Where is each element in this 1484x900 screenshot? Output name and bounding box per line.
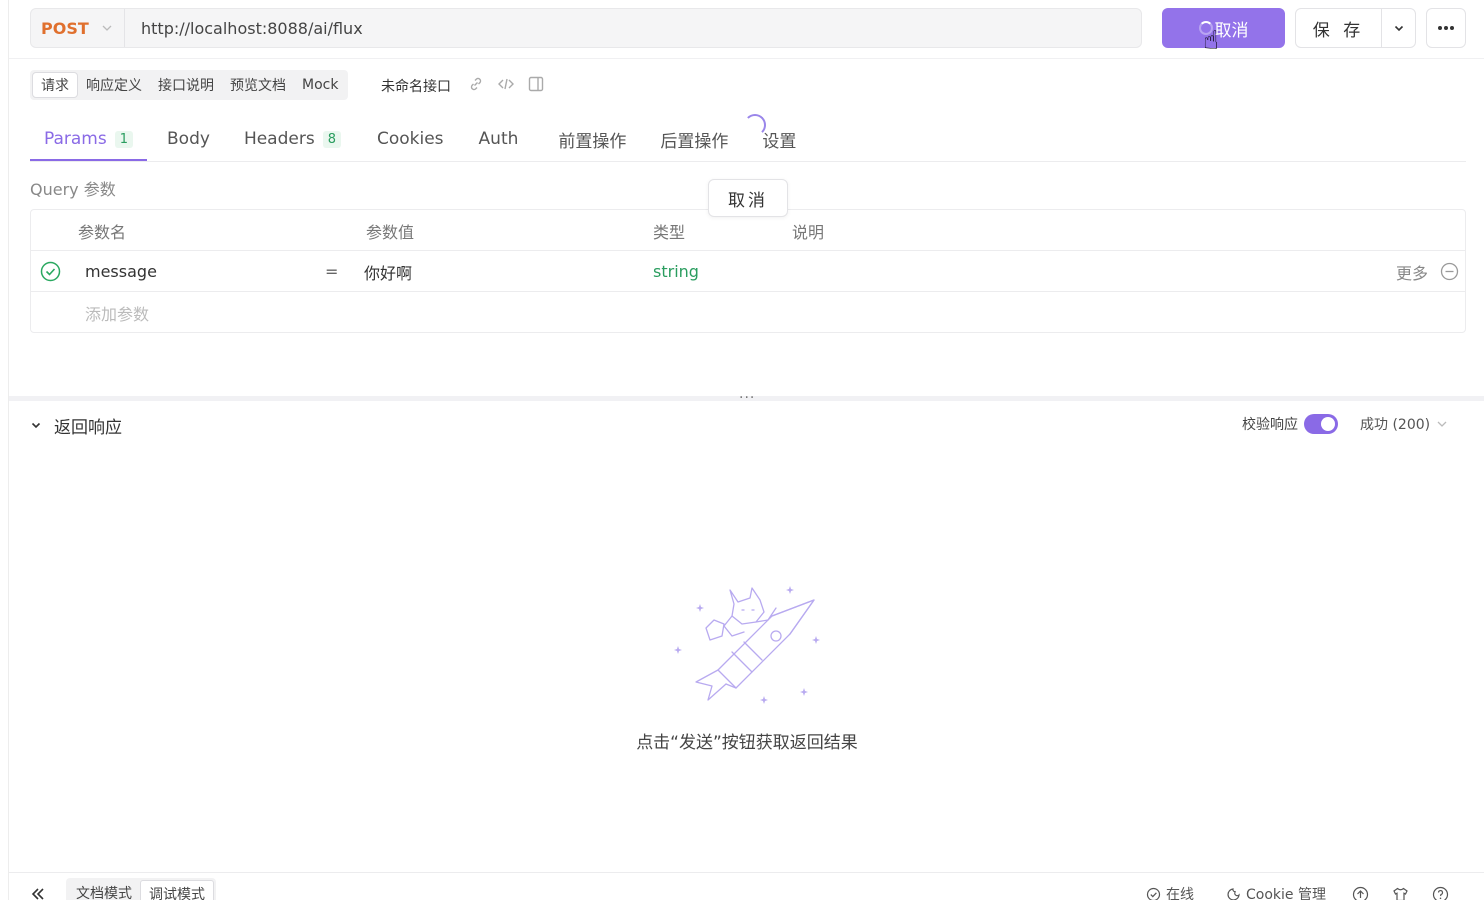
- upload-button[interactable]: [1352, 884, 1369, 900]
- left-border: [8, 0, 9, 900]
- help-button[interactable]: [1432, 884, 1449, 900]
- url-bar[interactable]: POST http://localhost:8088/ai/flux: [30, 8, 1142, 48]
- subtab-request[interactable]: 请求: [32, 72, 78, 98]
- tab-params[interactable]: Params 1: [30, 116, 148, 162]
- url-input[interactable]: http://localhost:8088/ai/flux: [125, 19, 363, 38]
- method-label: POST: [41, 18, 89, 38]
- link-icon[interactable]: [467, 75, 485, 93]
- status-select[interactable]: 成功 (200): [1360, 413, 1448, 435]
- api-name[interactable]: 未命名接口: [381, 76, 451, 96]
- loading-spinner-icon: [744, 114, 766, 136]
- tab-label: Headers: [243, 129, 315, 149]
- drag-handle-icon[interactable]: ···: [739, 390, 755, 406]
- tab-label: 设置: [762, 131, 797, 152]
- save-group: 保 存: [1295, 8, 1416, 48]
- cookie-icon: [1227, 887, 1240, 900]
- param-operator: =: [325, 262, 339, 281]
- chevron-down-icon: [102, 25, 112, 31]
- tab-body[interactable]: Body: [153, 116, 224, 162]
- cancel-tooltip: 取消: [708, 179, 788, 217]
- tab-label: Params: [44, 129, 107, 149]
- response-title: 返回响应: [54, 417, 122, 438]
- footer-left: 文档模式 调试模式: [30, 878, 216, 900]
- more-link[interactable]: 更多: [1396, 251, 1428, 292]
- code-icon[interactable]: [497, 75, 515, 93]
- param-value[interactable]: 你好啊: [364, 251, 412, 292]
- online-status[interactable]: 在线: [1146, 884, 1194, 900]
- status-label: 成功 (200): [1360, 417, 1431, 433]
- save-button[interactable]: 保 存: [1296, 9, 1382, 47]
- tab-label: Auth: [478, 129, 519, 149]
- save-dropdown-button[interactable]: [1382, 9, 1415, 47]
- column-header-description: 说明: [792, 222, 825, 242]
- empty-state-text: 点击“发送”按钮获取返回结果: [636, 733, 858, 753]
- cookie-label: Cookie 管理: [1246, 887, 1326, 900]
- shirt-button[interactable]: [1392, 884, 1409, 900]
- arrow-up-circle-icon: [1352, 886, 1369, 900]
- divider: [9, 58, 1484, 59]
- tab-headers[interactable]: Headers 8: [230, 116, 355, 162]
- tab-post-operations[interactable]: 后置操作: [646, 116, 742, 162]
- tab-label: Body: [167, 129, 210, 149]
- cancel-label: 取消: [1214, 20, 1249, 41]
- row-enabled-checkbox[interactable]: [40, 251, 61, 292]
- tab-label: 后置操作: [660, 131, 729, 152]
- subtab-response-definition[interactable]: 响应定义: [78, 72, 150, 98]
- question-circle-icon: [1432, 886, 1449, 900]
- divider: [9, 872, 1484, 873]
- subtab-preview-doc[interactable]: 预览文档: [222, 72, 294, 98]
- divider: [30, 161, 1466, 162]
- column-header-type: 类型: [653, 222, 686, 242]
- column-header-name: 参数名: [78, 222, 127, 242]
- ellipsis-icon: [1438, 26, 1454, 30]
- table-row: message = 你好啊 string 更多: [31, 251, 1465, 292]
- chevron-down-icon: [1437, 421, 1447, 427]
- check-circle-icon: [40, 261, 61, 282]
- rocket-fox-illustration: [674, 586, 820, 704]
- chevron-down-icon: [1394, 25, 1403, 32]
- tab-label: Cookies: [376, 129, 444, 149]
- online-label: 在线: [1166, 887, 1194, 900]
- cancel-button[interactable]: 取消: [1162, 8, 1285, 48]
- add-param-row: 添加参数: [31, 292, 1465, 333]
- subtab-api-description[interactable]: 接口说明: [150, 72, 222, 98]
- response-header[interactable]: 返回响应: [30, 410, 122, 440]
- cookie-manager[interactable]: Cookie 管理: [1226, 884, 1326, 900]
- panel-icon[interactable]: [527, 75, 545, 93]
- shirt-icon: [1393, 887, 1408, 900]
- doc-mode-button[interactable]: 文档模式: [68, 880, 140, 900]
- add-param-input[interactable]: 添加参数: [85, 292, 149, 333]
- tab-badge: 8: [322, 130, 341, 148]
- method-select[interactable]: POST: [31, 9, 125, 47]
- verify-response: 校验响应: [1242, 413, 1338, 435]
- minus-circle-icon: [1440, 262, 1459, 281]
- tab-cookies[interactable]: Cookies: [363, 116, 458, 162]
- collapse-left-icon[interactable]: [30, 886, 46, 900]
- chevron-down-icon: [31, 422, 41, 429]
- mode-switch: 文档模式 调试模式: [66, 878, 216, 900]
- verify-label: 校验响应: [1242, 417, 1298, 433]
- tab-badge: 1: [114, 130, 134, 148]
- request-tabs: Params 1 Body Headers 8 Cookies Auth 前置操作 …: [30, 116, 810, 162]
- subtab-mock[interactable]: Mock: [294, 72, 346, 98]
- param-name[interactable]: message: [85, 251, 157, 292]
- verify-toggle[interactable]: [1304, 414, 1338, 434]
- debug-mode-button[interactable]: 调试模式: [140, 880, 214, 900]
- tab-pre-operations[interactable]: 前置操作: [544, 116, 640, 162]
- params-table: 参数名 参数值 类型 说明 message = 你好啊 string 更多 添加…: [30, 209, 1466, 333]
- query-params-title: Query 参数: [30, 180, 116, 199]
- sub-tabs: 请求 响应定义 接口说明 预览文档 Mock: [30, 70, 349, 100]
- column-header-value: 参数值: [366, 222, 415, 242]
- more-options-button[interactable]: [1426, 8, 1466, 48]
- check-circle-icon: [1146, 887, 1161, 900]
- hand-cursor-icon: ☝: [1203, 26, 1219, 56]
- tab-label: 前置操作: [558, 131, 627, 152]
- tab-auth[interactable]: Auth: [465, 116, 533, 162]
- remove-param-button[interactable]: [1440, 251, 1459, 292]
- param-type[interactable]: string: [653, 251, 699, 292]
